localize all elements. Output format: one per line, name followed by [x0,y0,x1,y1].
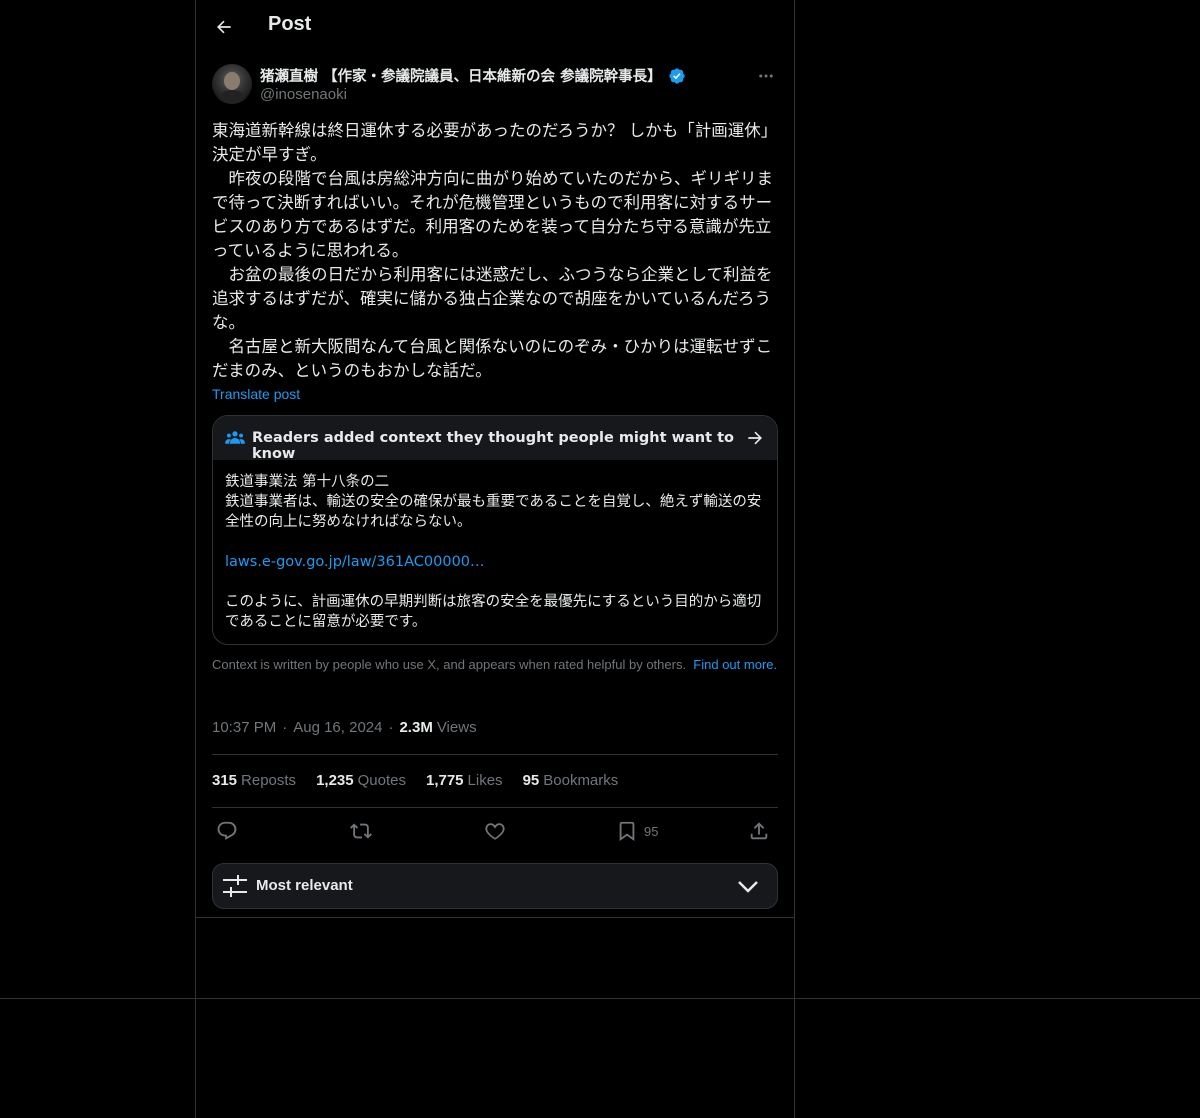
repost-icon [350,823,372,839]
verified-badge-icon[interactable] [668,67,686,85]
views-label: Views [436,719,477,736]
post-time[interactable]: 10:37 PM [212,719,276,736]
post-date[interactable]: Aug 16, 2024 [293,719,382,736]
context-footer-text: Context is written by people who use X, … [212,657,687,672]
community-note-body: 鉄道事業法 第十八条の二 鉄道事業者は、輸送の安全の確保が最も重要であることを自… [225,472,769,632]
horizontal-divider [0,998,1200,999]
bookmark-button[interactable]: 95 [616,820,658,842]
divider [212,754,778,755]
views-count: 2.3M [399,719,433,736]
meta-separator: · [388,719,394,736]
reply-button[interactable] [216,820,238,842]
meta-separator: · [282,719,288,736]
reply-icon [217,821,237,840]
page-title: Post [268,13,312,35]
author-handle[interactable]: @inosenaoki [260,86,347,103]
likes-stat[interactable]: 1,775 Likes [426,772,503,789]
back-arrow-icon [217,20,231,34]
filter-sliders-icon [223,875,247,897]
action-bar: 95 [212,818,778,846]
community-note-header[interactable]: Readers added context they thought peopl… [213,416,777,462]
avatar[interactable] [212,64,252,104]
like-button[interactable] [484,820,506,842]
more-dots-icon [759,74,773,78]
lower-column-area [195,918,795,1118]
bookmark-count: 95 [644,823,659,839]
bookmarks-stat[interactable]: 95 Bookmarks [523,772,619,789]
find-out-more-link[interactable]: Find out more. [693,657,777,672]
note-source-link[interactable]: laws.e-gov.go.jp/law/361AC00000… [225,554,485,570]
chevron-down-icon [738,881,758,893]
bookmark-icon [619,821,635,842]
reply-sort-dropdown[interactable]: Most relevant [212,863,778,909]
post-column: Post 猪瀬直樹 【作家・参議院議員、日本維新の会 参議院幹事長】 @inos… [195,0,795,918]
context-footer: Context is written by people who use X, … [212,657,778,673]
back-button[interactable] [207,10,241,44]
translate-post-link[interactable]: Translate post [212,386,300,402]
post-author: 猪瀬直樹 【作家・参議院議員、日本維新の会 参議院幹事長】 @inosenaok… [212,64,778,108]
more-options-button[interactable] [754,64,778,88]
community-note-title: Readers added context they thought peopl… [252,430,734,462]
share-button[interactable] [748,820,770,842]
author-display-name[interactable]: 猪瀬直樹 【作家・参議院議員、日本維新の会 参議院幹事長】 [260,65,662,86]
post-header: Post [196,0,794,54]
engagement-stats: 315 Reposts 1,235 Quotes 1,775 Likes 95 Book… [212,772,638,789]
people-icon [225,431,245,444]
note-law-title: 鉄道事業法 第十八条の二 [225,474,390,490]
quotes-stat[interactable]: 1,235 Quotes [316,772,406,789]
note-law-text: 鉄道事業者は、輸送の安全の確保が最も重要であることを自覚し、絶えず輸送の安全性の… [225,494,762,530]
community-note: Readers added context they thought peopl… [212,415,778,645]
post-meta: 10:37 PM · Aug 16, 2024 · 2.3M Views [212,719,477,736]
repost-button[interactable] [350,820,372,842]
post-text: 東海道新幹線は終日運休する必要があったのだろうか？ しかも「計画運休」決定が早す… [212,121,778,380]
sort-label: Most relevant [256,877,353,894]
arrow-right-icon [748,431,762,445]
like-icon [485,823,505,840]
note-conclusion: このように、計画運休の早期判断は旅客の安全を最優先にするという目的から適切である… [225,594,762,630]
reposts-stat[interactable]: 315 Reposts [212,772,296,789]
divider [212,807,778,808]
share-icon [750,822,768,840]
